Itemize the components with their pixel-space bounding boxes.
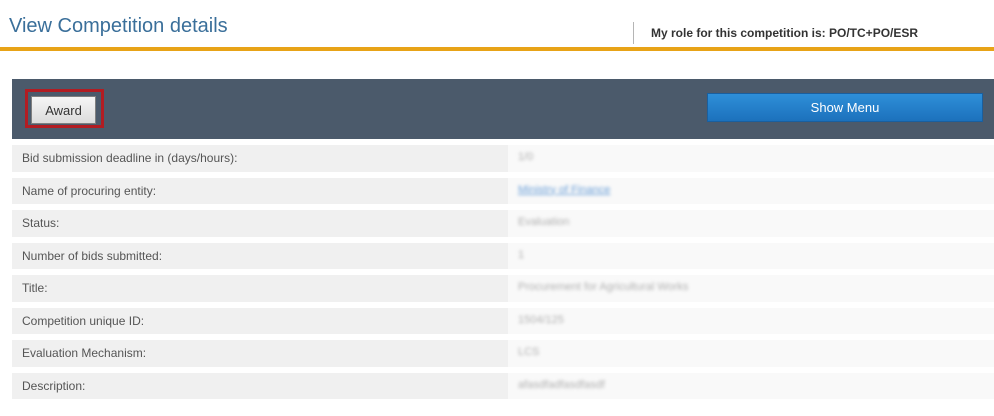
detail-label-cell: Title:: [12, 275, 508, 302]
detail-value-cell: Evaluation: [508, 210, 994, 237]
detail-label-cell: Status:: [12, 210, 508, 237]
detail-label: Evaluation Mechanism:: [22, 346, 147, 360]
header-divider: [0, 47, 994, 51]
detail-value: afasdfadfasdfasdf: [518, 378, 605, 391]
detail-value-cell: LCS: [508, 340, 994, 367]
role-info: My role for this competition is: PO/TC+P…: [633, 22, 994, 44]
detail-label-cell: Description:: [12, 372, 508, 399]
role-text: My role for this competition is: PO/TC+P…: [651, 26, 919, 40]
detail-label: Status:: [22, 216, 60, 230]
detail-value: 1: [518, 248, 525, 261]
detail-label-cell: Number of bids submitted:: [12, 242, 508, 269]
detail-label-cell: Bid submission deadline in (days/hours):: [12, 145, 508, 172]
show-menu-button[interactable]: Show Menu: [707, 93, 983, 122]
detail-value-cell: Procurement for Agricultural Works: [508, 275, 994, 302]
detail-row-evaluation-mechanism: Evaluation Mechanism: LCS: [12, 340, 994, 367]
detail-value-cell: 1504/125: [508, 307, 994, 334]
detail-value-cell: 1/0: [508, 145, 994, 172]
detail-value-cell: afasdfadfasdfasdf: [508, 372, 994, 399]
detail-row-description: Description: afasdfadfasdfasdf: [12, 372, 994, 399]
detail-label: Name of procuring entity:: [22, 183, 157, 198]
detail-value-cell: Ministry of Finance: [508, 177, 994, 204]
action-toolbar: Award Show Menu: [12, 79, 994, 139]
procuring-entity-link[interactable]: Ministry of Finance: [518, 184, 610, 196]
detail-value: LCS: [518, 346, 540, 358]
detail-value-cell: 1: [508, 242, 994, 269]
detail-row-bids-submitted: Number of bids submitted: 1: [12, 242, 994, 269]
detail-row-title: Title: Procurement for Agricultural Work…: [12, 275, 994, 302]
detail-value: Procurement for Agricultural Works: [518, 281, 689, 293]
competition-details-table: Bid submission deadline in (days/hours):…: [12, 145, 994, 405]
award-button[interactable]: Award: [31, 96, 96, 124]
detail-row-status: Status: Evaluation: [12, 210, 994, 237]
detail-row-bid-deadline: Bid submission deadline in (days/hours):…: [12, 145, 994, 172]
detail-label-cell: Name of procuring entity:: [12, 177, 508, 204]
page-title: View Competition details: [9, 15, 228, 37]
detail-label: Description:: [22, 378, 86, 393]
detail-value: 1504/125: [518, 313, 564, 326]
detail-row-procuring-entity: Name of procuring entity: Ministry of Fi…: [12, 177, 994, 204]
detail-label-cell: Competition unique ID:: [12, 307, 508, 334]
detail-row-unique-id: Competition unique ID: 1504/125: [12, 307, 994, 334]
detail-label: Title:: [22, 281, 48, 295]
detail-label: Bid submission deadline in (days/hours):: [22, 151, 238, 165]
detail-label: Competition unique ID:: [22, 313, 145, 328]
detail-value: 1/0: [518, 151, 534, 163]
detail-value: Evaluation: [518, 216, 570, 228]
detail-label-cell: Evaluation Mechanism:: [12, 340, 508, 367]
detail-label: Number of bids submitted:: [22, 248, 163, 263]
